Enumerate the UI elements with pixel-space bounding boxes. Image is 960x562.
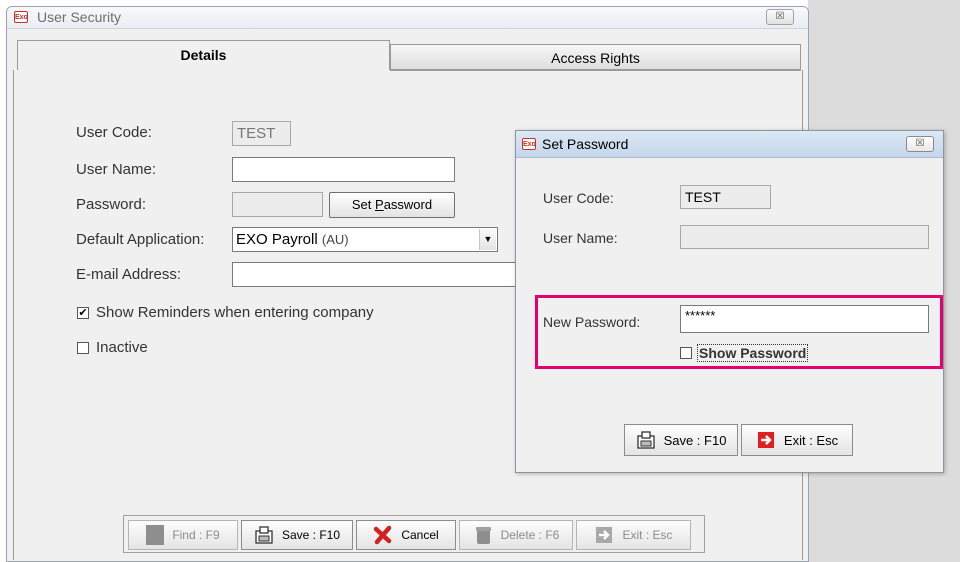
title-bar: Exo User Security ☒: [7, 7, 808, 29]
default-application-label: Default Application:: [76, 231, 205, 248]
inactive-label: Inactive: [96, 339, 148, 356]
dialog-user-code-label: User Code:: [543, 190, 614, 206]
bottom-toolbar: Find : F9 Save : F10 Cancel Delete : F6: [123, 515, 705, 553]
cancel-icon: [374, 525, 392, 545]
dialog-user-code-field[interactable]: TEST: [680, 185, 771, 209]
user-name-label: User Name:: [76, 161, 157, 178]
cancel-label: Cancel: [401, 528, 439, 542]
dialog-exit-button[interactable]: Exit : Esc: [741, 424, 853, 456]
dialog-title-bar: Exo Set Password ☒: [516, 131, 943, 158]
dialog-exit-label: Exit : Esc: [783, 432, 839, 448]
user-name-field[interactable]: [232, 157, 455, 182]
show-reminders-label: Show Reminders when entering company: [96, 304, 374, 321]
email-label: E-mail Address:: [76, 266, 182, 283]
set-password-label-post: assword: [383, 197, 433, 212]
default-application-suffix: (AU): [321, 232, 349, 247]
dialog-save-button[interactable]: Save : F10: [624, 424, 738, 456]
dialog-user-name-label: User Name:: [543, 230, 618, 246]
save-icon: [636, 431, 655, 449]
save-button[interactable]: Save : F10: [241, 520, 353, 550]
find-icon: [146, 525, 165, 545]
save-label: Save : F10: [281, 528, 341, 542]
window-title: User Security: [37, 9, 122, 25]
set-password-button[interactable]: Set Password: [329, 192, 455, 218]
close-button[interactable]: ☒: [766, 9, 794, 25]
dialog-title: Set Password: [542, 136, 629, 152]
default-application-value: EXO Payroll: [236, 231, 318, 248]
user-code-field[interactable]: TEST: [232, 121, 291, 146]
exit-button[interactable]: Exit : Esc: [576, 520, 691, 550]
chevron-down-icon[interactable]: ▼: [479, 229, 496, 250]
inactive-checkbox[interactable]: [77, 342, 89, 354]
exo-logo-icon: Exo: [14, 11, 28, 23]
dialog-user-name-field[interactable]: [680, 225, 929, 249]
find-label: Find : F9: [172, 528, 220, 542]
default-application-select[interactable]: EXO Payroll (AU) ▼: [232, 227, 498, 252]
tab-access-rights[interactable]: Access Rights: [390, 44, 801, 70]
set-password-label-key: P: [375, 197, 384, 212]
password-field[interactable]: [232, 192, 323, 217]
exo-logo-icon: Exo: [522, 138, 536, 150]
delete-button[interactable]: Delete : F6: [459, 520, 573, 550]
user-code-label: User Code:: [76, 124, 152, 141]
tab-details[interactable]: Details: [17, 40, 390, 70]
password-label: Password:: [76, 196, 147, 213]
exit-label: Exit : Esc: [622, 528, 673, 542]
find-button[interactable]: Find : F9: [128, 520, 238, 550]
exit-icon: [596, 527, 613, 543]
delete-label: Delete : F6: [500, 528, 560, 542]
set-password-label-pre: Set: [351, 197, 376, 212]
save-icon: [255, 526, 273, 544]
show-reminders-checkbox[interactable]: ✔: [77, 307, 89, 319]
cancel-button[interactable]: Cancel: [356, 520, 456, 550]
email-field[interactable]: [232, 262, 522, 287]
dialog-close-button[interactable]: ☒: [906, 136, 934, 152]
delete-icon: [475, 527, 491, 544]
highlight-box: [535, 295, 943, 369]
dialog-save-label: Save : F10: [663, 432, 727, 448]
exit-icon: [757, 432, 774, 448]
